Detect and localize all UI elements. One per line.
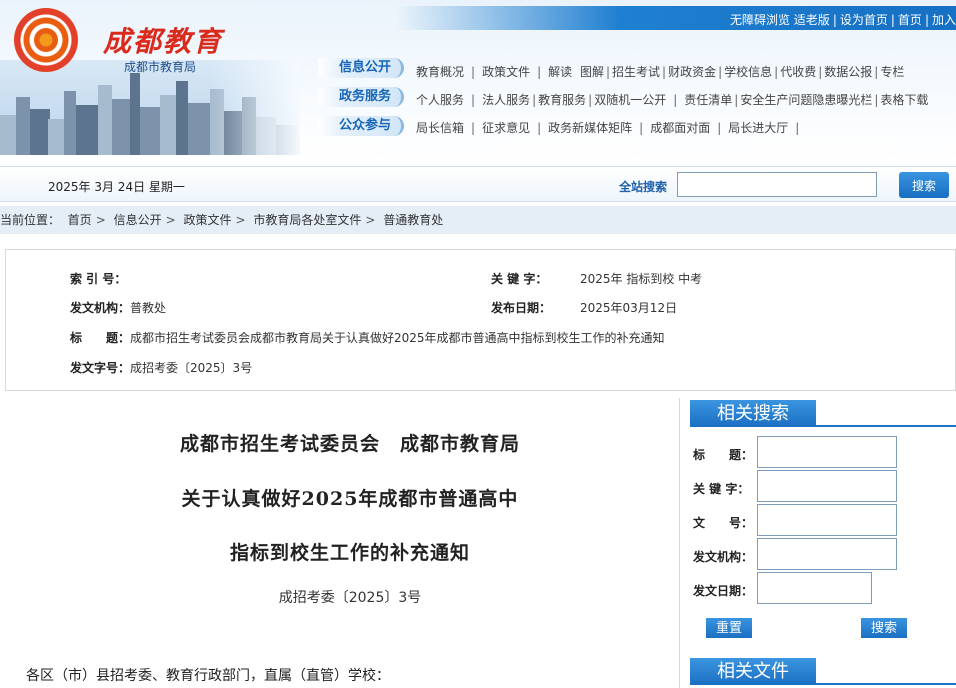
nav-row-government-services: 个人服务 | 法人服务 | 教育服务 | 双随机一公开 | 责任清单 | 安全生产问题隐患曝光栏 | 表… [416,93,929,107]
keyword-label: 关 键 字： [491,272,548,286]
related-files-header: 相关文件 [690,658,956,685]
quick-links: 无障碍浏览 适老版 | 设为首页 | 首页 | 加入 [729,13,956,27]
nav-link[interactable]: 政务新媒体矩阵 [548,121,632,135]
nav-link[interactable]: 学校信息 [724,65,772,79]
document-salutation: 各区（市）县招考委、教育行政部门，直属（直管）学校： [26,668,390,684]
home-link[interactable]: 首页 [898,13,922,27]
nav-row-info-public: 教育概况 | 政策文件 | 解读 图解 | 招生考试 | 财政资金 | 学校信息 | 代收费 | 数据公报 |… [416,65,905,79]
related-search-heading: 相关搜索 [690,400,816,427]
nav-link[interactable]: 表格下载 [880,93,928,107]
accessibility-link[interactable]: 无障碍浏览 [730,13,790,27]
nav-link[interactable]: 数据公报 [824,65,872,79]
nav-link[interactable]: 双随机一公开 [594,93,666,107]
nav-category-info-public[interactable]: 信息公开 [318,58,404,78]
index-number-label: 索 引 号： [70,272,127,286]
publish-date-row: 发布日期： 2025年03月12日 [491,299,677,316]
nav-link[interactable]: 局长信箱 [416,121,464,135]
elderly-mode-link[interactable]: 适老版 [794,13,830,27]
publish-date-value: 2025年03月12日 [580,301,678,315]
site-search-input[interactable] [677,172,877,197]
current-date: 2025年 3月 24日 星期一 [48,180,185,194]
nav-link[interactable]: 征求意见 [482,121,530,135]
main-nav-links: 教育概况 | 政策文件 | 解读 图解 | 招生考试 | 财政资金 | 学校信息 | 代收费 | 数据公报 |… [416,63,956,147]
document-number-label: 发文字号： [70,361,131,375]
nav-link[interactable]: 代收费 [780,65,816,79]
search-title-input[interactable] [757,436,897,468]
search-docno-input[interactable] [757,504,897,536]
publish-date-label: 发布日期： [491,301,552,315]
nav-link[interactable]: 财政资金 [668,65,716,79]
site-logo-subtitle: 成都市教育局 [124,60,197,74]
document-content: 成都市招生考试委员会 成都市教育局 关于认真做好2025年成都市普通高中 指标到… [0,398,680,688]
breadcrumb-item-home[interactable]: 首页 [68,213,92,227]
date-search-bar: 2025年 3月 24日 星期一 全站搜索 搜索 [0,166,956,202]
breadcrumb: 当前位置： 首页 > 信息公开 > 政策文件 > 市教育局各处室文件 > 普通教育处 [0,206,956,234]
related-search-header: 相关搜索 [690,400,956,427]
breadcrumb-item-info-public[interactable]: 信息公开 [114,213,162,227]
nav-link[interactable]: 成都面对面 [650,121,710,135]
nav-category-public-participation[interactable]: 公众参与 [318,116,404,136]
document-metadata-box: 索 引 号： 关 键 字： 2025年 指标到校 中考 发文机构：普教处 发布日期… [5,249,956,391]
issuing-org-value: 普教处 [130,301,167,315]
document-title-line: 关于认真做好2025年成都市普通高中 [181,488,519,510]
nav-link[interactable]: 法人服务 [482,93,530,107]
breadcrumb-item-general-education[interactable]: 普通教育处 [383,213,443,227]
breadcrumb-item-policy-files[interactable]: 政策文件 [183,213,231,227]
nav-link[interactable]: 个人服务 [416,93,464,107]
document-number: 成招考委〔2025〕3号 [278,590,422,606]
set-homepage-link[interactable]: 设为首页 [840,13,888,27]
related-search-button[interactable]: 搜索 [861,618,907,638]
search-org-input[interactable] [757,538,897,570]
site-logo-title[interactable]: 成都教育 [103,20,223,60]
title-label: 标 题： [70,331,131,345]
main-nav-categories: 信息公开 政务服务 公众参与 [318,58,408,145]
search-date-input[interactable] [757,572,872,604]
document-title-line: 指标到校生工作的补充通知 [229,542,470,564]
search-keyword-label: 关 键 字： [693,482,750,496]
related-sidebar: 相关搜索 标 题： 关 键 字： 文 号： 发文机构： 发文日期： 重置 搜索 … [688,398,956,688]
title-value: 成都市招生考试委员会成都市教育局关于认真做好2025年成都市普通高中指标到校生工… [130,331,665,345]
search-title-label: 标 题： [693,448,754,462]
nav-category-government-services[interactable]: 政务服务 [318,87,404,107]
site-search-label: 全站搜索 [619,180,668,194]
search-org-label: 发文机构： [693,550,754,564]
nav-row-public-participation: 局长信箱 | 征求意见 | 政务新媒体矩阵 | 成都面对面 | 局长进大厅 | [416,121,800,135]
search-date-label: 发文日期： [693,584,754,598]
related-files-heading: 相关文件 [690,658,816,685]
breadcrumb-label: 当前位置： [0,213,61,227]
breadcrumb-separator-icon: > [165,213,176,227]
site-search-button[interactable]: 搜索 [899,172,949,198]
keyword-value: 2025年 指标到校 中考 [580,272,703,286]
document-number-row: 发文字号：成招考委〔2025〕3号 [70,359,252,376]
join-favorites-link[interactable]: 加入 [932,13,956,27]
breadcrumb-separator-icon: > [235,213,246,227]
document-number-value: 成招考委〔2025〕3号 [130,361,253,375]
search-keyword-input[interactable] [757,470,897,502]
nav-link[interactable]: 教育概况 [416,65,464,79]
nav-link[interactable]: 图解 [580,65,604,79]
breadcrumb-separator-icon: > [365,213,376,227]
nav-link[interactable]: 专栏 [880,65,904,79]
search-docno-label: 文 号： [693,516,754,530]
site-header: 成都教育 成都市教育局 无障碍浏览 适老版 | 设为首页 | 首页 | 加入 信息公开 政务… [0,0,956,162]
logo-emblem-icon [14,8,78,72]
reset-button[interactable]: 重置 [706,618,752,638]
nav-link[interactable]: 局长进大厅 [728,121,788,135]
nav-link[interactable]: 安全生产问题隐患曝光栏 [740,93,872,107]
issuing-org-label: 发文机构： [70,301,131,315]
title-row: 标 题：成都市招生考试委员会成都市教育局关于认真做好2025年成都市普通高中指标… [70,329,665,346]
nav-link[interactable]: 招生考试 [612,65,660,79]
breadcrumb-item-department-files[interactable]: 市教育局各处室文件 [253,213,361,227]
nav-link[interactable]: 政策文件 [482,65,530,79]
issuing-org-row: 发文机构：普教处 [70,299,166,316]
nav-link[interactable]: 教育服务 [538,93,586,107]
nav-link[interactable]: 解读 [548,65,572,79]
keyword-row: 关 键 字： 2025年 指标到校 中考 [491,270,702,287]
nav-link[interactable]: 责任清单 [684,93,732,107]
breadcrumb-separator-icon: > [95,213,106,227]
document-title-line: 成都市招生考试委员会 成都市教育局 [179,433,520,455]
index-number-row: 索 引 号： [70,270,126,287]
